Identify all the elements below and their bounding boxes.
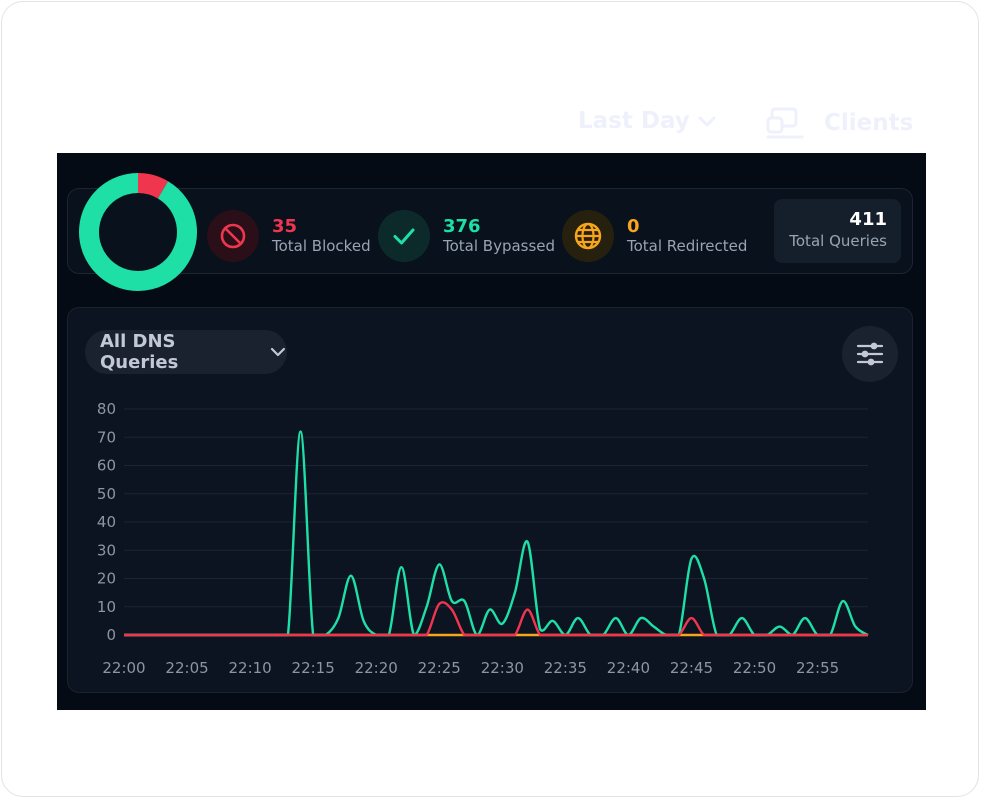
queries-donut-chart <box>79 173 197 291</box>
blocked-value: 35 <box>272 216 298 238</box>
bypassed-label: Total Bypassed <box>443 236 556 255</box>
ban-icon <box>207 210 259 262</box>
y-tick-label: 70 <box>97 428 116 446</box>
total-queries-card: 411 Total Queries <box>774 199 901 263</box>
series-line-bypassed <box>124 430 869 637</box>
x-tick-label: 22:00 <box>102 659 145 677</box>
total-value: 411 <box>849 209 887 230</box>
bypassed-value: 376 <box>443 216 481 238</box>
blocked-label: Total Blocked <box>272 236 371 255</box>
time-range-dropdown[interactable]: Last Day <box>578 108 718 134</box>
chevron-down-icon <box>698 116 716 127</box>
donut-slice-blocked <box>137 173 169 199</box>
y-tick-label: 40 <box>97 513 116 531</box>
x-tick-label: 22:45 <box>670 659 713 677</box>
clients-icon <box>766 107 804 139</box>
x-tick-label: 22:10 <box>228 659 271 677</box>
x-tick-label: 22:30 <box>481 659 524 677</box>
redirected-value: 0 <box>627 216 640 238</box>
x-tick-label: 22:15 <box>292 659 335 677</box>
y-tick-label: 10 <box>97 598 116 616</box>
y-tick-label: 0 <box>106 626 116 644</box>
x-tick-label: 22:25 <box>418 659 461 677</box>
donut-slice-bypassed <box>79 173 197 291</box>
dns-dashboard-panel: 35 Total Blocked 376 Total Bypassed 0 To… <box>57 153 926 710</box>
y-tick-label: 50 <box>97 485 116 503</box>
clients-label: Clients <box>824 110 914 136</box>
stat-blocked: 35 Total Blocked <box>207 210 371 262</box>
check-icon <box>378 210 430 262</box>
redirected-label: Total Redirected <box>627 236 748 255</box>
stat-bypassed: 376 Total Bypassed <box>378 210 555 262</box>
time-range-label: Last Day <box>578 108 690 134</box>
x-tick-label: 22:50 <box>733 659 776 677</box>
y-tick-label: 30 <box>97 541 116 559</box>
total-label: Total Queries <box>789 232 887 250</box>
x-tick-label: 22:20 <box>355 659 398 677</box>
x-tick-label: 22:35 <box>544 659 587 677</box>
x-tick-label: 22:40 <box>607 659 650 677</box>
dns-queries-line-chart: 0 10 20 30 40 50 60 70 80 22:00 22:05 22:10 22:15 22:… <box>97 400 869 677</box>
queries-chart-card: All DNS Queries 0 10 20 30 40 50 60 70 80 22:00 22… <box>67 307 913 693</box>
y-tick-label: 80 <box>97 400 116 418</box>
x-tick-label: 22:05 <box>165 659 208 677</box>
stat-redirected: 0 Total Redirected <box>562 210 747 262</box>
clients-tab[interactable]: Clients <box>766 106 913 140</box>
y-tick-label: 60 <box>97 457 116 475</box>
x-tick-label: 22:55 <box>796 659 839 677</box>
y-tick-label: 20 <box>97 570 116 588</box>
globe-icon <box>562 210 614 262</box>
